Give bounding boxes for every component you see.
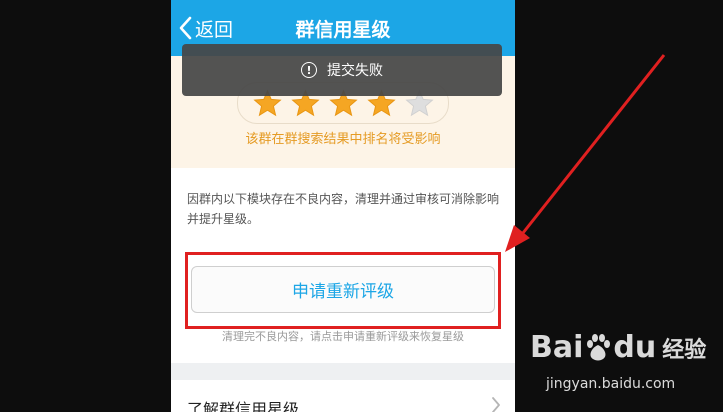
watermark-url: jingyan.baidu.com	[546, 376, 676, 392]
watermark-logo: Bai du 经验	[530, 330, 706, 365]
watermark-brand-latin: Bai	[530, 330, 584, 365]
watermark-brand-latin-2: du	[613, 330, 657, 365]
baidu-jingyan-watermark: Bai du 经验 jingyan.baidu.com	[530, 330, 720, 410]
watermark-brand-cn: 经验	[662, 337, 707, 363]
paw-icon	[587, 333, 611, 360]
